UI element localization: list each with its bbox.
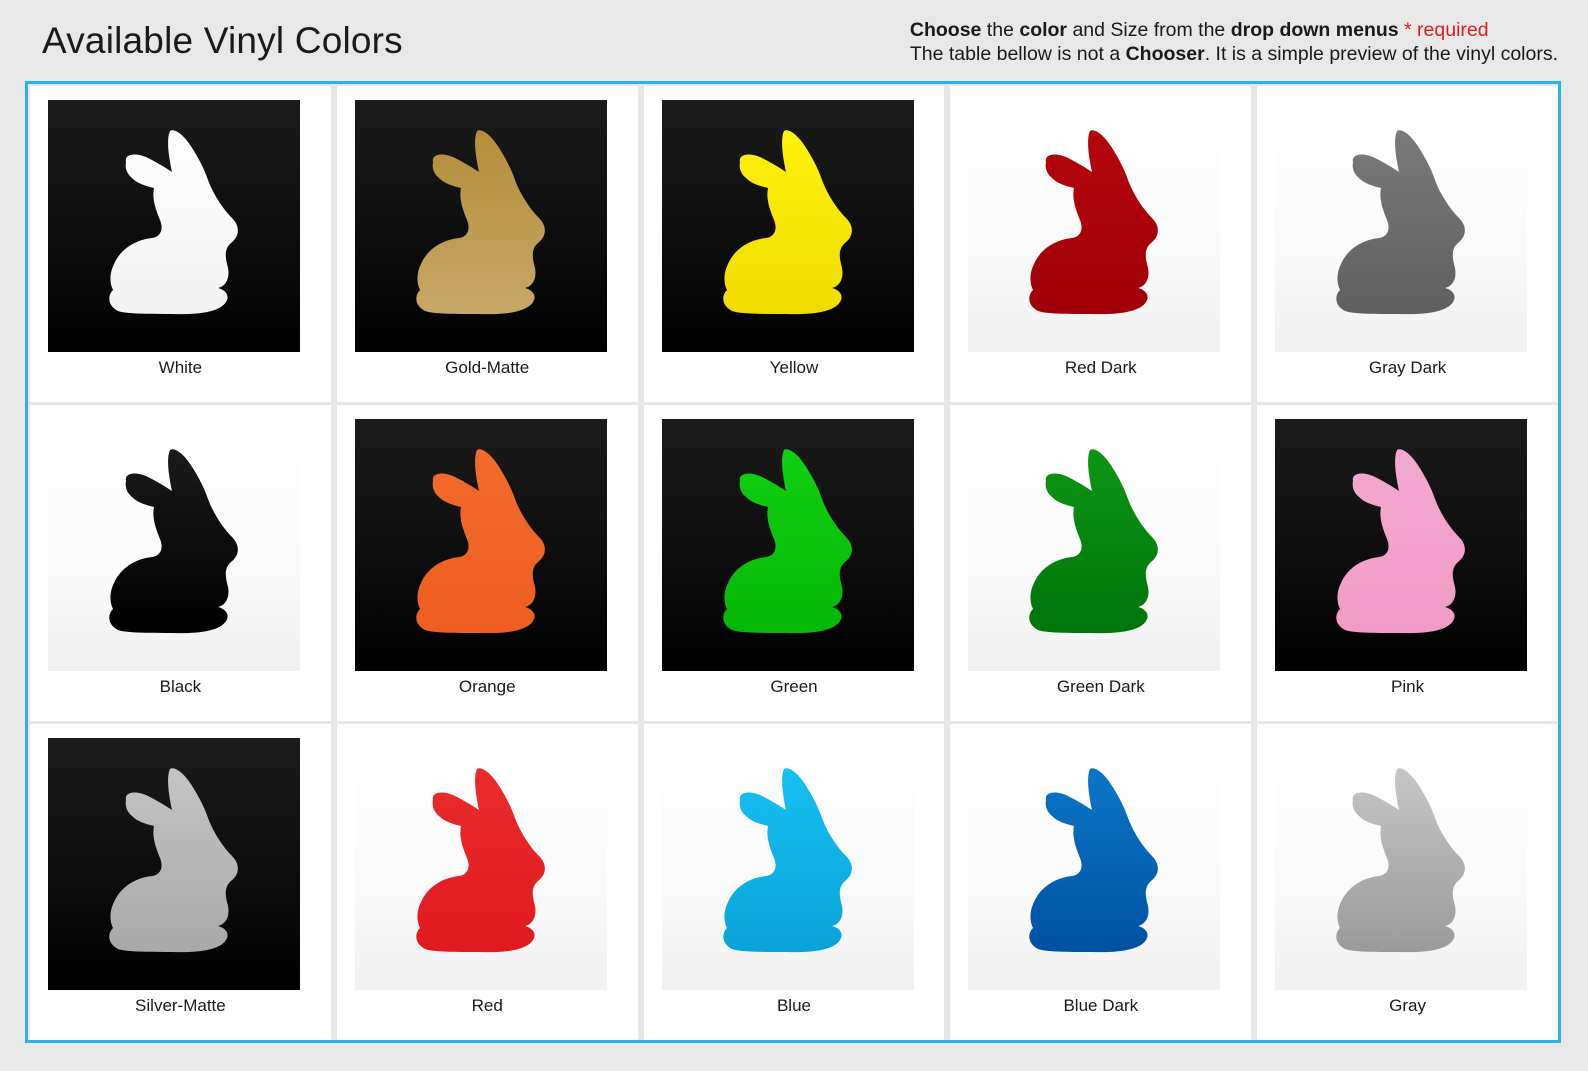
color-label: Blue Dark <box>1063 996 1139 1015</box>
rabbit-icon <box>722 449 852 634</box>
color-swatch <box>661 419 914 671</box>
color-swatch <box>1275 100 1528 352</box>
color-cell: Black <box>30 405 331 721</box>
color-swatch <box>354 419 607 671</box>
rabbit-icon <box>109 768 238 953</box>
rabbit-icon <box>722 130 852 315</box>
instructions-line-2: The table bellow is not a Chooser. It is… <box>909 43 1558 65</box>
color-label: White <box>158 358 203 377</box>
rabbit-icon <box>1336 768 1466 953</box>
color-swatch <box>354 738 607 990</box>
required-marker: * required <box>1398 19 1489 41</box>
color-label: Blue <box>776 996 811 1015</box>
rabbit-icon <box>416 768 545 953</box>
color-label: Pink <box>1391 677 1425 696</box>
color-label: Green Dark <box>1056 677 1145 696</box>
color-cell: Red <box>336 724 638 1040</box>
page-title: Available Vinyl Colors <box>42 20 403 61</box>
color-swatch <box>661 100 914 352</box>
instructions-notice: Choose the color and Size from the drop … <box>910 18 1558 66</box>
color-cell: Gold-Matte <box>336 86 638 402</box>
color-cell: Gray <box>1257 724 1558 1040</box>
color-cell: Yellow <box>643 86 945 402</box>
rabbit-icon <box>722 768 852 953</box>
rabbit-icon <box>109 449 238 634</box>
color-swatch <box>968 419 1221 671</box>
rabbit-icon <box>1336 130 1466 315</box>
color-cell: Gray Dark <box>1257 86 1558 402</box>
color-grid: White Gold-Matte Yellow Red Dark Gray Dark Bl… <box>30 86 1558 1040</box>
color-swatch <box>661 738 914 990</box>
color-swatch <box>48 738 300 990</box>
color-label: Red Dark <box>1064 358 1137 377</box>
color-label: Gold-Matte <box>445 358 530 377</box>
color-cell: Orange <box>336 405 638 721</box>
color-swatch <box>48 100 300 352</box>
color-swatch <box>968 738 1221 990</box>
color-cell: Silver-Matte <box>30 724 331 1040</box>
color-label: Gray Dark <box>1368 358 1447 377</box>
rabbit-icon <box>1029 768 1159 953</box>
color-label: Green <box>770 677 818 696</box>
color-label: Black <box>159 677 202 696</box>
color-label: Gray <box>1389 996 1426 1015</box>
color-swatch <box>1275 419 1528 671</box>
color-preview-table: White Gold-Matte Yellow Red Dark Gray Dark Bl… <box>25 81 1561 1043</box>
rabbit-icon <box>416 130 545 315</box>
color-label: Yellow <box>769 358 819 377</box>
color-label: Red <box>471 996 503 1015</box>
rabbit-icon <box>1029 130 1159 315</box>
color-label: Silver-Matte <box>135 996 226 1015</box>
color-swatch <box>48 419 300 671</box>
rabbit-icon <box>1029 449 1159 634</box>
color-label: Orange <box>458 677 516 696</box>
color-cell: Red Dark <box>950 86 1252 402</box>
rabbit-icon <box>416 449 545 634</box>
color-cell: Blue <box>643 724 945 1040</box>
color-cell: Green Dark <box>950 405 1252 721</box>
instructions-line-1: Choose the color and Size from the drop … <box>909 19 1489 41</box>
color-cell: Green <box>643 405 945 721</box>
color-swatch <box>968 100 1221 352</box>
rabbit-icon <box>109 130 238 315</box>
color-cell: Blue Dark <box>950 724 1252 1040</box>
color-cell: White <box>30 86 331 402</box>
rabbit-icon <box>1336 449 1466 634</box>
color-swatch <box>354 100 607 352</box>
color-cell: Pink <box>1257 405 1558 721</box>
color-swatch <box>1275 738 1528 990</box>
